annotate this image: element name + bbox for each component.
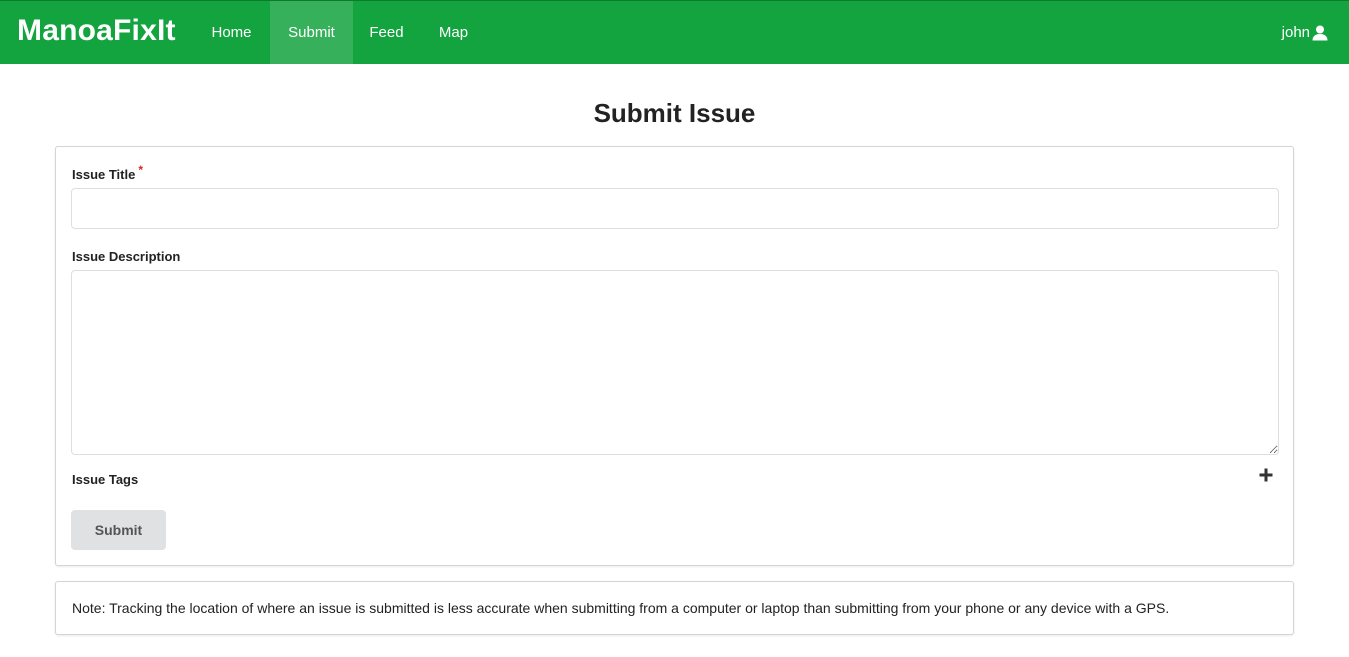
- nav-item-feed[interactable]: Feed: [353, 1, 420, 64]
- nav-item-submit[interactable]: Submit: [270, 1, 353, 64]
- location-note: Note: Tracking the location of where an …: [55, 581, 1294, 635]
- user-icon: [1312, 25, 1328, 41]
- submit-button[interactable]: Submit: [71, 510, 166, 550]
- user-menu[interactable]: john: [1282, 1, 1328, 64]
- top-navbar: ManoaFixIt Home Submit Feed Map john: [0, 0, 1349, 64]
- nav-item-home[interactable]: Home: [195, 1, 268, 64]
- issue-title-label: Issue Title *: [72, 163, 143, 182]
- issue-description-textarea[interactable]: [71, 270, 1279, 455]
- issue-description-label: Issue Description: [72, 249, 181, 264]
- note-text: Note: Tracking the location of where an …: [72, 600, 1170, 616]
- issue-title-input[interactable]: [71, 188, 1279, 229]
- user-name: john: [1281, 24, 1310, 41]
- brand-logo[interactable]: ManoaFixIt: [17, 14, 176, 48]
- required-marker: *: [138, 163, 144, 177]
- issue-title-label-text: Issue Title: [72, 167, 136, 182]
- issue-tags-label: Issue Tags: [72, 472, 139, 487]
- issue-form: Issue Title * Issue Description Issue Tag…: [55, 146, 1294, 566]
- nav-item-map[interactable]: Map: [420, 1, 487, 64]
- page-title: Submit Issue: [593, 98, 756, 128]
- plus-icon[interactable]: [1258, 467, 1274, 483]
